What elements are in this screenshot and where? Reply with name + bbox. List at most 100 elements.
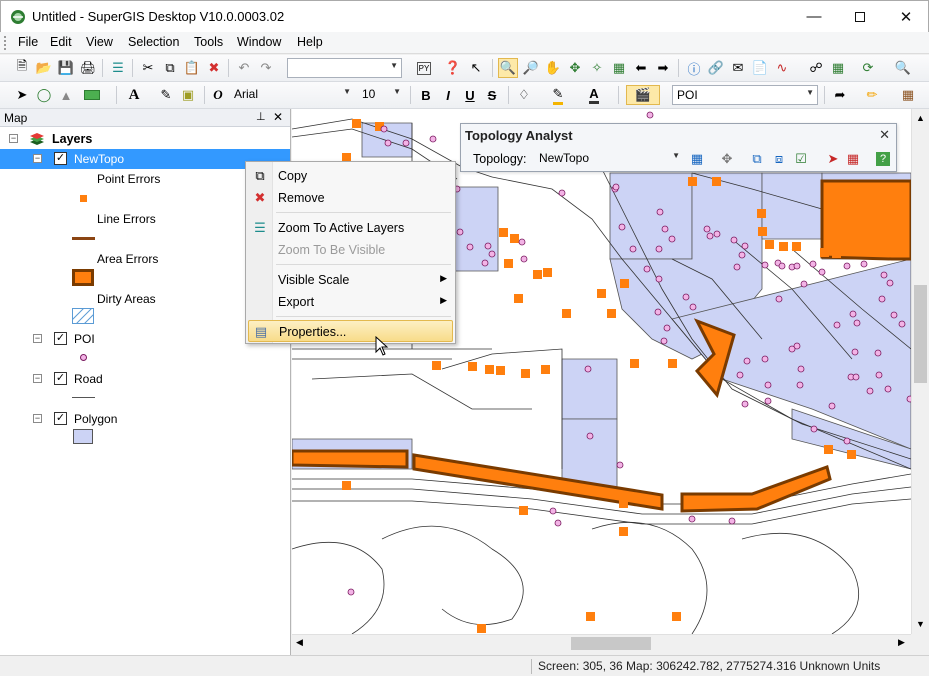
save-button[interactable]: 💾: [56, 58, 76, 78]
fill-color-button[interactable]: ♢: [514, 85, 534, 105]
label-button[interactable]: ▣: [178, 85, 198, 105]
scroll-up-icon[interactable]: ▲: [916, 113, 925, 123]
menu-window[interactable]: Window: [237, 35, 281, 49]
scroll-left-icon[interactable]: ◀: [296, 637, 303, 648]
scale-combo[interactable]: ▼: [287, 58, 402, 78]
measure-button[interactable]: ∿: [772, 58, 792, 78]
edit-text-button[interactable]: ✎: [156, 85, 176, 105]
topology-help-button[interactable]: ?: [873, 149, 893, 169]
menu-item-export[interactable]: Export ▶: [248, 291, 453, 313]
menu-item-copy[interactable]: ⧉ Copy: [248, 165, 453, 187]
delete-button[interactable]: ✖: [204, 58, 224, 78]
font-name-combo[interactable]: Arial ▼: [230, 85, 354, 105]
error-inspector-button[interactable]: ▦: [843, 149, 863, 169]
toolbox-button[interactable]: ▦: [898, 85, 918, 105]
font-color-button[interactable]: A: [584, 85, 604, 105]
validate-all-button[interactable]: ☑: [791, 149, 811, 169]
topology-select[interactable]: NewTopo ▼: [535, 149, 683, 169]
grid-button[interactable]: ▦: [828, 58, 848, 78]
layer-visibility-checkbox[interactable]: ✓: [54, 332, 67, 345]
menu-file[interactable]: File: [18, 35, 38, 49]
strikethrough-button[interactable]: S: [482, 85, 502, 105]
minimize-button[interactable]: —: [791, 1, 837, 32]
hyperlink-button[interactable]: 🔗: [706, 58, 726, 78]
fixed-zoom-out-button[interactable]: ✧: [587, 58, 607, 78]
paste-button[interactable]: 📋: [182, 58, 202, 78]
magnifier-button[interactable]: 🔍: [893, 58, 913, 78]
edit-tool-button[interactable]: ➦: [830, 85, 850, 105]
tree-root-layers[interactable]: − Layers: [0, 129, 290, 149]
collapse-icon[interactable]: −: [33, 154, 42, 163]
add-layer-button[interactable]: ☰: [108, 58, 128, 78]
whats-this-button[interactable]: ↖: [466, 58, 486, 78]
validate-extent-button[interactable]: ⧉: [747, 149, 767, 169]
underline-button[interactable]: U: [460, 85, 480, 105]
open-button[interactable]: 📂: [34, 58, 54, 78]
validate-topology-button[interactable]: ▦: [687, 149, 707, 169]
copy-button[interactable]: ⧉: [160, 58, 180, 78]
collapse-icon[interactable]: −: [33, 334, 42, 343]
maximize-button[interactable]: [837, 1, 883, 32]
new-document-button[interactable]: 🗎: [12, 58, 32, 78]
menu-item-properties[interactable]: ▤ Properties...: [248, 320, 453, 342]
full-extent-button[interactable]: ▦: [609, 58, 629, 78]
next-extent-button[interactable]: ➡: [653, 58, 673, 78]
menu-item-zoom-active[interactable]: ☰ Zoom To Active Layers: [248, 217, 453, 239]
layer-item-polygon[interactable]: − ✓ Polygon: [0, 409, 290, 429]
cut-button[interactable]: ✂: [138, 58, 158, 78]
pin-icon[interactable]: ⊥: [256, 110, 266, 123]
draw-shape-button[interactable]: ▲: [56, 85, 76, 105]
help-button[interactable]: ❓: [443, 58, 463, 78]
layer-visibility-checkbox[interactable]: ✓: [54, 152, 67, 165]
editor-menu-button[interactable]: 🎬: [626, 85, 660, 105]
vertical-scroll-thumb[interactable]: [914, 285, 927, 383]
collapse-icon[interactable]: −: [33, 374, 42, 383]
menu-help[interactable]: Help: [297, 35, 323, 49]
fixed-zoom-in-button[interactable]: ✥: [565, 58, 585, 78]
undo-button[interactable]: ↶: [234, 58, 254, 78]
menu-edit[interactable]: Edit: [50, 35, 72, 49]
select-elements-button[interactable]: ➤: [12, 85, 32, 105]
italic-button[interactable]: I: [438, 85, 458, 105]
menu-item-visible-scale[interactable]: Visible Scale ▶: [248, 269, 453, 291]
previous-extent-button[interactable]: ⬅: [631, 58, 651, 78]
menu-selection[interactable]: Selection: [128, 35, 179, 49]
collapse-icon[interactable]: −: [9, 134, 18, 143]
line-color-button[interactable]: ✎: [548, 85, 568, 105]
python-button[interactable]: PY: [414, 58, 434, 78]
collapse-icon[interactable]: −: [33, 414, 42, 423]
topology-tool-button[interactable]: ✥: [717, 149, 737, 169]
close-icon[interactable]: ✕: [273, 110, 283, 124]
pan-button[interactable]: ✋: [543, 58, 563, 78]
scroll-right-icon[interactable]: ▶: [898, 637, 905, 648]
zoom-in-button[interactable]: 🔍: [498, 58, 518, 78]
close-icon[interactable]: ✕: [879, 127, 890, 143]
link-button[interactable]: ☍: [806, 58, 826, 78]
rectangle-button[interactable]: [82, 85, 102, 105]
close-button[interactable]: ✕: [883, 1, 929, 32]
draw-point-button[interactable]: ◯: [34, 85, 54, 105]
horizontal-scrollbar[interactable]: ◀ ▶: [292, 634, 911, 652]
refresh-button[interactable]: ⟳: [858, 58, 878, 78]
fix-error-button[interactable]: ➤: [823, 149, 843, 169]
menu-tools[interactable]: Tools: [194, 35, 223, 49]
menu-item-remove[interactable]: ✖ Remove: [248, 187, 453, 209]
target-layer-combo[interactable]: POI ▼: [672, 85, 818, 105]
layer-item-road[interactable]: − ✓ Road: [0, 369, 290, 389]
horizontal-scroll-thumb[interactable]: [571, 637, 651, 650]
layer-visibility-checkbox[interactable]: ✓: [54, 412, 67, 425]
validate-selection-button[interactable]: ⧈: [769, 149, 789, 169]
scroll-down-icon[interactable]: ▼: [916, 619, 925, 629]
vertical-scrollbar[interactable]: ▲ ▼: [911, 109, 929, 634]
identify-button[interactable]: ⓘ: [684, 58, 704, 78]
map-tips-button[interactable]: ✉: [728, 58, 748, 78]
find-button[interactable]: 📄: [750, 58, 770, 78]
bold-button[interactable]: B: [416, 85, 436, 105]
font-size-combo[interactable]: 10 ▼: [358, 85, 404, 105]
sketch-tool-button[interactable]: ✏: [862, 85, 882, 105]
print-button[interactable]: 🖨: [78, 58, 98, 78]
zoom-out-button[interactable]: 🔎: [521, 58, 541, 78]
menu-view[interactable]: View: [86, 35, 113, 49]
layer-visibility-checkbox[interactable]: ✓: [54, 372, 67, 385]
text-button[interactable]: A: [124, 85, 144, 105]
